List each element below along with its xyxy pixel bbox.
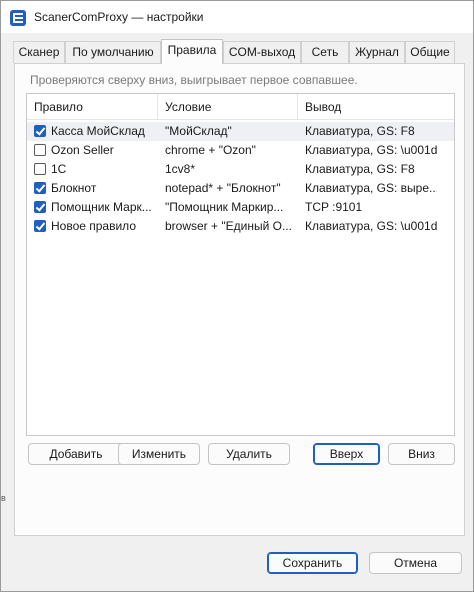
rule-enabled-checkbox[interactable]	[34, 125, 46, 137]
rule-enabled-checkbox[interactable]	[34, 163, 46, 175]
column-header-output[interactable]: Вывод	[298, 94, 438, 120]
rule-output: Клавиатура, GS: выре...	[305, 181, 437, 195]
rule-output: Клавиатура, GS: \u001d	[305, 219, 437, 233]
rule-output: Клавиатура, GS: F8	[305, 124, 415, 138]
rule-enabled-checkbox[interactable]	[34, 144, 46, 156]
rule-condition: "МойСклад"	[165, 124, 232, 138]
add-rule-button[interactable]: Добавить	[28, 443, 124, 465]
rule-name: Помощник Марк...	[51, 200, 152, 214]
rule-name: Касса МойСклад	[51, 124, 145, 138]
rule-condition: 1cv8*	[165, 162, 196, 176]
rule-output: TCP :9101	[305, 200, 363, 214]
tab-network[interactable]: Сеть	[301, 41, 349, 63]
tab-scanner[interactable]: Сканер	[13, 41, 65, 63]
edit-rule-button[interactable]: Изменить	[118, 443, 200, 465]
rule-row[interactable]: Ozon Seller chrome + "Ozon" Клавиатура, …	[27, 141, 454, 160]
rules-list-header: Правило Условие Вывод	[27, 94, 454, 120]
tab-defaults[interactable]: По умолчанию	[65, 41, 161, 63]
rule-enabled-checkbox[interactable]	[34, 201, 46, 213]
rule-row[interactable]: Помощник Марк... "Помощник Маркир... TCP…	[27, 198, 454, 217]
rule-row[interactable]: 1С 1cv8* Клавиатура, GS: F8	[27, 160, 454, 179]
rule-row[interactable]: Новое правило browser + "Единый О... Кла…	[27, 217, 454, 236]
rules-hint: Проверяются сверху вниз, выигрывает перв…	[30, 73, 358, 87]
rule-output: Клавиатура, GS: \u001d	[305, 143, 437, 157]
delete-rule-button[interactable]: Удалить	[208, 443, 290, 465]
move-up-button[interactable]: Вверх	[313, 443, 380, 465]
rule-condition: notepad* + "Блокнот"	[165, 181, 281, 195]
rule-name: 1С	[51, 162, 67, 176]
move-down-button[interactable]: Вниз	[388, 443, 455, 465]
tab-general[interactable]: Общие	[405, 41, 455, 63]
cancel-button[interactable]: Отмена	[369, 552, 462, 574]
window-title: ScanerComProxy — настройки	[34, 10, 204, 24]
rule-row[interactable]: Касса МойСклад "МойСклад" Клавиатура, GS…	[27, 122, 454, 141]
settings-window: ScanerComProxy — настройки Сканер По умо…	[0, 0, 474, 592]
rule-condition: browser + "Единый О...	[165, 219, 292, 233]
rule-condition: "Помощник Маркир...	[165, 200, 284, 214]
rule-name: Блокнот	[51, 181, 97, 195]
rule-output: Клавиатура, GS: F8	[305, 162, 415, 176]
rule-enabled-checkbox[interactable]	[34, 182, 46, 194]
tab-rules[interactable]: Правила	[161, 39, 223, 64]
rules-panel: Проверяются сверху вниз, выигрывает перв…	[14, 63, 465, 536]
rule-enabled-checkbox[interactable]	[34, 220, 46, 232]
tab-com-output[interactable]: COM-выход	[223, 41, 301, 63]
rules-list[interactable]: Правило Условие Вывод Касса МойСклад "Мо…	[26, 93, 455, 436]
left-edge-mark: в	[1, 493, 6, 503]
title-bar: ScanerComProxy — настройки	[1, 1, 473, 33]
tab-journal[interactable]: Журнал	[349, 41, 405, 63]
column-header-rule[interactable]: Правило	[27, 94, 158, 120]
rule-row[interactable]: Блокнот notepad* + "Блокнот" Клавиатура,…	[27, 179, 454, 198]
app-icon	[10, 10, 26, 26]
save-button[interactable]: Сохранить	[267, 552, 358, 574]
column-header-condition[interactable]: Условие	[158, 94, 298, 120]
rule-name: Новое правило	[51, 219, 136, 233]
rule-name: Ozon Seller	[51, 143, 114, 157]
rule-condition: chrome + "Ozon"	[165, 143, 256, 157]
